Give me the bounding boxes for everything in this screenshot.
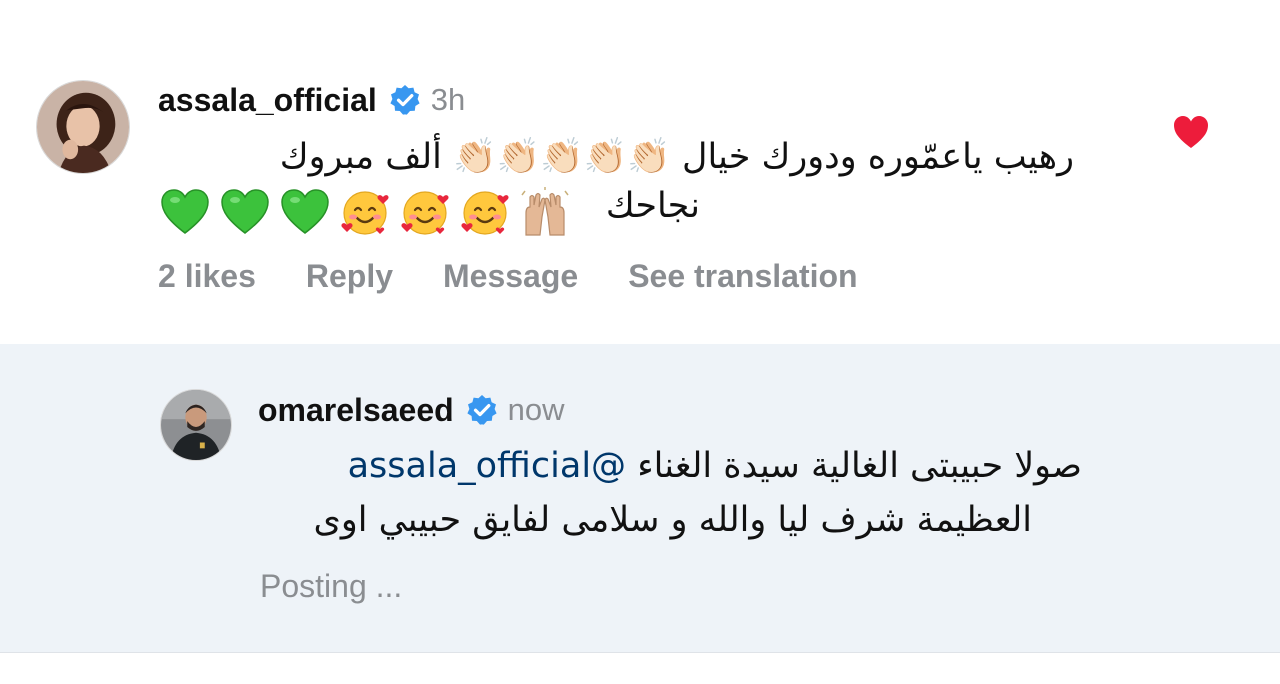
green-heart-icon [221,189,269,234]
smiling-face-with-hearts-icon [341,191,389,235]
comment-text-line-2: نجاحك [605,186,700,226]
like-heart-icon[interactable] [1172,114,1210,150]
reply-button[interactable]: Reply [306,258,393,295]
smiling-face-with-hearts-icon [401,191,449,235]
mention-link[interactable]: @assala_official [348,446,626,486]
green-heart-icon [281,189,329,234]
verified-badge-icon [466,394,498,426]
raising-hands-icon [521,187,569,236]
reply-header: omarelsaeed now [258,388,565,432]
posting-status: Posting ... [260,568,403,604]
divider [0,652,1280,653]
timestamp: 3h [430,82,466,117]
message-button[interactable]: Message [443,258,578,295]
reply-timestamp: now [507,392,565,427]
avatar-image [37,81,129,173]
smiling-face-with-hearts-icon [461,191,509,235]
green-heart-icon [161,189,209,234]
reply-text-line-1-body: صولا حبيبتى الغالية سيدة الغناء [637,446,1082,486]
emoji-row [158,186,572,238]
username[interactable]: assala_official [158,82,377,119]
see-translation-button[interactable]: See translation [628,258,857,295]
likes-count[interactable]: 2 likes [158,258,256,295]
reply-avatar-image [161,390,231,460]
reply-text-line-2: العظيمة شرف ليا والله و سلامى لفايق حبيب… [313,500,1032,540]
comment-actions: 2 likes Reply Message See translation [158,258,908,295]
comment: assala_official 3h رهيب ياعمّوره ودورك خ… [0,0,1280,344]
comment-text-line-1: رهيب ياعمّوره ودورك خيال 👏🏻👏🏻👏🏻👏🏻👏🏻 ألف … [279,137,1074,177]
verified-badge-icon [389,84,421,116]
comment-header: assala_official 3h [158,78,465,122]
reply-text-line-1: صولا حبيبتى الغالية سيدة الغناء @assala_… [348,446,1082,486]
avatar[interactable] [36,80,130,174]
reply-username[interactable]: omarelsaeed [258,392,454,429]
reply-avatar[interactable] [160,389,232,461]
